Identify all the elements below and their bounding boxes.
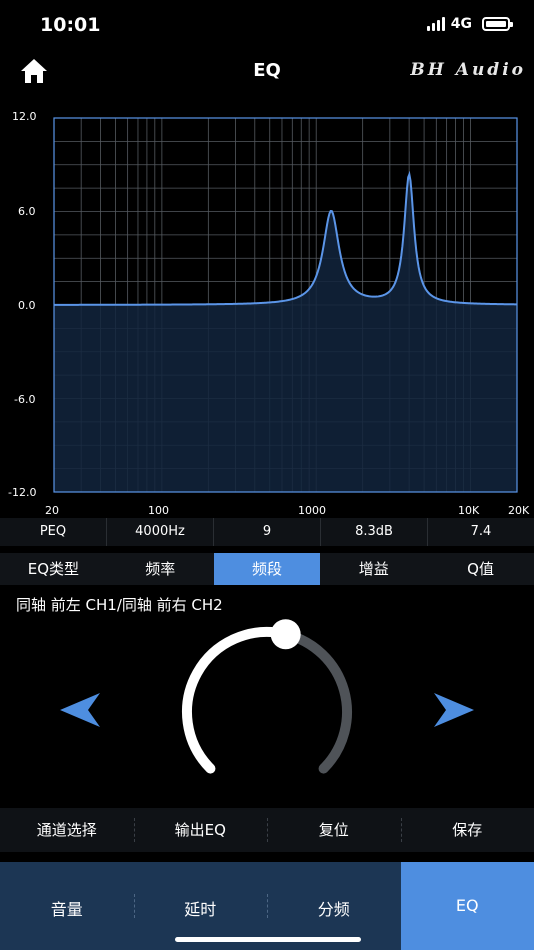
tab-q-value[interactable]: Q值: [427, 553, 534, 585]
y-tick-label: 12.0: [12, 110, 37, 123]
knob-area: [0, 612, 534, 802]
tab-band[interactable]: 频段: [213, 553, 321, 585]
save-button[interactable]: 保存: [400, 808, 534, 852]
param-q: 7.4: [470, 524, 492, 539]
param-type: PEQ: [0, 518, 107, 546]
x-tick-label: 10K: [458, 504, 480, 517]
y-tick-label: -12.0: [8, 486, 36, 499]
arrow-left-icon[interactable]: [58, 690, 102, 730]
nav-bar: EQ BH Audio: [0, 50, 534, 92]
y-tick-label: -6.0: [14, 393, 35, 406]
param-gain: 8.3dB: [321, 518, 428, 546]
status-time: 10:01: [40, 14, 101, 36]
battery-icon: [482, 17, 513, 31]
signal-icon: [426, 17, 445, 31]
param-frequency: 4000Hz: [107, 518, 214, 546]
knob-track-value: [182, 627, 291, 774]
arrow-right-icon[interactable]: [432, 690, 476, 730]
home-indicator: [175, 937, 361, 942]
param-tabs: EQ类型 频率 频段 增益 Q值: [0, 553, 534, 585]
tab-gain[interactable]: 增益: [320, 553, 427, 585]
value-knob[interactable]: [150, 612, 384, 802]
x-tick-label: 1000: [298, 504, 326, 517]
action-bar: 通道选择 输出EQ 复位 保存: [0, 808, 534, 852]
x-tick-label: 100: [148, 504, 169, 517]
tab-eq-type[interactable]: EQ类型: [0, 553, 107, 585]
param-readout: PEQ 4000Hz 9 8.3dB 7.4: [0, 518, 534, 546]
knob-track-remaining: [280, 629, 352, 774]
output-eq-button[interactable]: 输出EQ: [133, 808, 268, 852]
x-tick-label: 20K: [508, 504, 530, 517]
status-icons: 4G: [426, 16, 513, 32]
status-bar: 10:01 4G: [0, 0, 534, 50]
reset-button[interactable]: 复位: [267, 808, 401, 852]
param-band: 9: [214, 518, 321, 546]
channel-select-button[interactable]: 通道选择: [0, 808, 134, 852]
tab-frequency[interactable]: 频率: [107, 553, 214, 585]
knob-handle[interactable]: [270, 619, 301, 650]
y-tick-label: 0.0: [18, 299, 36, 312]
nav-volume[interactable]: 音量: [0, 862, 134, 950]
y-tick-label: 6.0: [18, 205, 36, 218]
brand-logo: BH Audio: [410, 60, 526, 80]
nav-eq[interactable]: EQ: [400, 862, 534, 950]
network-label: 4G: [450, 16, 472, 32]
x-tick-label: 20: [45, 504, 59, 517]
eq-curve-chart[interactable]: 12.0 6.0 0.0 -6.0 -12.0 20 100 1000 10K …: [0, 108, 534, 518]
